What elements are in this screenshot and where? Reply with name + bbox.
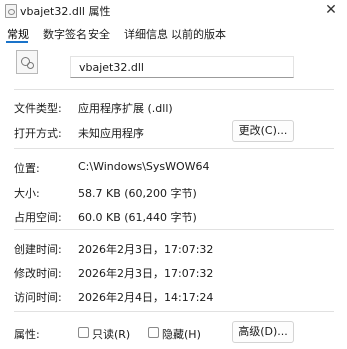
- tab-security[interactable]: 安全: [88, 26, 110, 42]
- active-tab-indicator: [6, 41, 28, 43]
- divider: [14, 229, 334, 230]
- divider: [14, 311, 334, 312]
- size-label: 大小:: [14, 187, 40, 200]
- divider: [14, 148, 334, 149]
- tab-digital-signatures[interactable]: 数字签名: [43, 26, 87, 42]
- created-label: 创建时间:: [14, 243, 62, 256]
- gear-icon-small: [27, 62, 34, 69]
- size-on-disk-value: 60.0 KB (61,440 字节): [78, 211, 197, 224]
- window-title: vbajet32.dll 属性: [20, 5, 111, 18]
- size-on-disk-label: 占用空间:: [14, 211, 62, 224]
- attributes-label: 属性:: [14, 328, 40, 341]
- hidden-checkbox-label: 隐藏(H): [162, 328, 201, 341]
- created-value: 2026年2月3日，17:07:32: [78, 243, 214, 256]
- accessed-value: 2026年2月4日，14:17:24: [78, 291, 214, 304]
- divider: [14, 89, 334, 90]
- file-name-field[interactable]: vbajet32.dll: [70, 56, 294, 78]
- dll-file-icon: [16, 50, 38, 74]
- file-name-value: vbajet32.dll: [79, 61, 144, 74]
- title-bar: vbajet32.dll 属性 ✕: [0, 0, 347, 22]
- accessed-label: 访问时间:: [14, 291, 62, 304]
- opens-with-value: 未知应用程序: [78, 127, 144, 140]
- advanced-button[interactable]: 高级(D)...: [232, 321, 294, 343]
- location-value: C:\Windows\SysWOW64: [78, 160, 210, 173]
- size-value: 58.7 KB (60,200 字节): [78, 187, 197, 200]
- tab-strip: 常规 数字签名 安全 详细信息 以前的版本: [0, 22, 347, 44]
- opens-with-label: 打开方式:: [14, 127, 62, 140]
- modified-value: 2026年2月3日，17:07:32: [78, 267, 214, 280]
- readonly-checkbox-box[interactable]: [78, 327, 89, 338]
- file-icon: [5, 4, 17, 18]
- tab-details[interactable]: 详细信息: [124, 26, 168, 42]
- tab-general[interactable]: 常规: [7, 26, 29, 42]
- file-type-value: 应用程序扩展 (.dll): [78, 102, 173, 115]
- hidden-checkbox-box[interactable]: [148, 327, 159, 338]
- close-button[interactable]: ✕: [323, 0, 339, 20]
- tab-previous-versions[interactable]: 以前的版本: [171, 26, 226, 42]
- file-type-label: 文件类型:: [14, 102, 62, 115]
- readonly-checkbox-label: 只读(R): [92, 328, 131, 341]
- change-button[interactable]: 更改(C)...: [232, 120, 294, 142]
- location-label: 位置:: [14, 162, 40, 175]
- modified-label: 修改时间:: [14, 267, 62, 280]
